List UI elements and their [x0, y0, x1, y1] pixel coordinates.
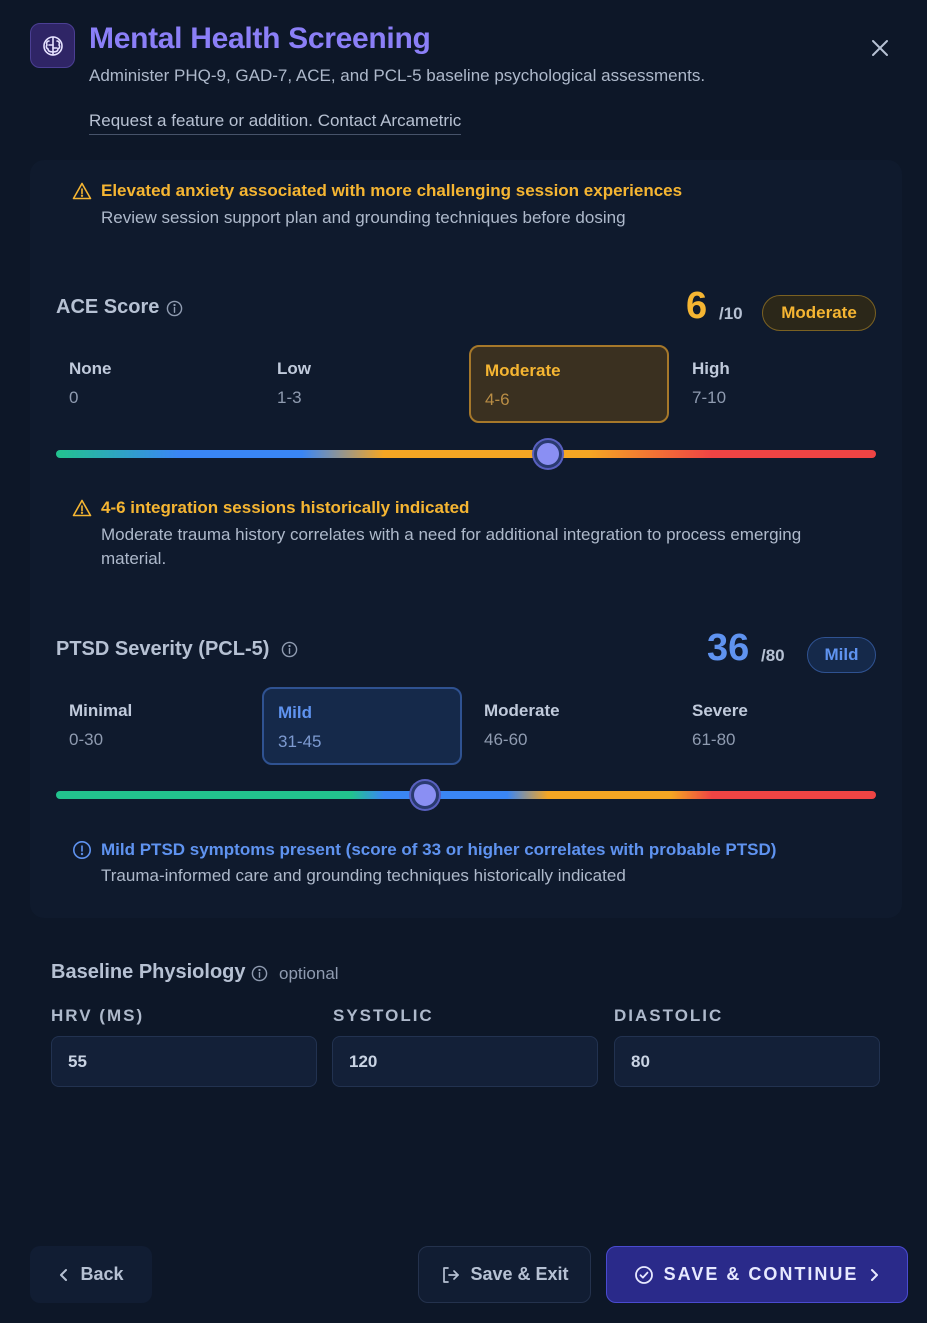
range-name: Severe [692, 701, 748, 720]
ace-score-max: /10 [719, 304, 743, 323]
range-value: 7-10 [692, 388, 727, 407]
range-name: High [692, 359, 730, 378]
ptsd-alert-body: Trauma-informed care and grounding techn… [101, 866, 626, 885]
brain-logo-icon [30, 23, 75, 68]
ace-alert-body: Moderate trauma history correlates with … [101, 525, 802, 568]
diastolic-label: DIASTOLIC [614, 1006, 724, 1025]
anxiety-alert-title: Elevated anxiety associated with more ch… [101, 181, 683, 200]
exit-icon [443, 1266, 460, 1283]
close-button[interactable] [866, 34, 894, 62]
range-value: 31-45 [278, 732, 322, 751]
diastolic-input[interactable] [614, 1036, 880, 1087]
ace-slider-thumb[interactable] [534, 440, 562, 468]
check-circle-icon [634, 1265, 653, 1284]
info-circle-icon [73, 841, 91, 859]
chevron-left-icon [60, 1268, 68, 1281]
save-continue-button[interactable]: SAVE & CONTINUE [606, 1246, 908, 1303]
ptsd-range-mild[interactable]: Mild 31-45 [262, 687, 462, 765]
ace-range-none[interactable]: None 0 [55, 345, 255, 423]
ptsd-alert-title: Mild PTSD symptoms present (score of 33 … [101, 840, 777, 859]
range-name: Minimal [69, 701, 133, 720]
ptsd-range-moderate[interactable]: Moderate 46-60 [470, 687, 670, 765]
ace-score-title: ACE Score [56, 296, 160, 318]
ace-range-high[interactable]: High 7-10 [678, 345, 878, 423]
range-value: 61-80 [692, 730, 736, 749]
info-icon[interactable] [251, 965, 268, 982]
range-value: 0-30 [69, 730, 104, 749]
close-icon [872, 40, 888, 56]
ptsd-range-severe[interactable]: Severe 61-80 [678, 687, 878, 765]
ace-slider-track[interactable] [56, 450, 876, 458]
range-value: 46-60 [484, 730, 528, 749]
optional-label: optional [279, 964, 339, 983]
ptsd-slider-thumb[interactable] [411, 781, 439, 809]
ptsd-range-minimal[interactable]: Minimal 0-30 [55, 687, 255, 765]
range-value: 0 [69, 388, 79, 407]
ace-alert-title: 4-6 integration sessions historically in… [101, 498, 470, 517]
info-icon[interactable] [281, 641, 298, 658]
save-exit-button[interactable]: Save & Exit [418, 1246, 591, 1303]
page-title: Mental Health Screening [89, 22, 431, 55]
range-name: Mild [278, 703, 312, 722]
ace-score-value: 6 [686, 285, 708, 327]
anxiety-alert-body: Review session support plan and groundin… [101, 208, 626, 227]
hrv-input[interactable] [51, 1036, 317, 1087]
back-label: Back [80, 1264, 124, 1284]
ace-severity-badge: Moderate [762, 295, 876, 331]
systolic-input[interactable] [332, 1036, 598, 1087]
warning-icon [72, 182, 92, 200]
request-feature-link[interactable]: Request a feature or addition. Contact A… [89, 111, 462, 135]
ptsd-score-value: 36 [707, 627, 750, 669]
ace-range-moderate[interactable]: Moderate 4-6 [469, 345, 669, 423]
range-name: None [69, 359, 112, 378]
ptsd-severity-badge: Mild [807, 637, 876, 673]
range-name: Moderate [484, 701, 560, 720]
range-name: Low [277, 359, 311, 378]
range-name: Moderate [485, 361, 561, 380]
ptsd-score-max: /80 [761, 646, 785, 665]
ace-range-low[interactable]: Low 1-3 [263, 345, 463, 423]
baseline-physiology-title: Baseline Physiology [51, 961, 246, 983]
ptsd-severity-title: PTSD Severity (PCL-5) [56, 638, 270, 660]
range-value: 1-3 [277, 388, 302, 407]
warning-icon [72, 499, 92, 517]
page-subtitle: Administer PHQ-9, GAD-7, ACE, and PCL-5 … [89, 66, 706, 85]
info-icon[interactable] [166, 300, 183, 317]
chevron-right-icon [871, 1268, 879, 1281]
save-exit-label: Save & Exit [470, 1264, 569, 1284]
range-value: 4-6 [485, 390, 510, 409]
back-button[interactable]: Back [30, 1246, 152, 1303]
hrv-label: HRV (MS) [51, 1006, 145, 1025]
save-continue-label: SAVE & CONTINUE [663, 1264, 859, 1284]
ptsd-slider-track[interactable] [56, 791, 876, 799]
systolic-label: SYSTOLIC [333, 1006, 434, 1025]
